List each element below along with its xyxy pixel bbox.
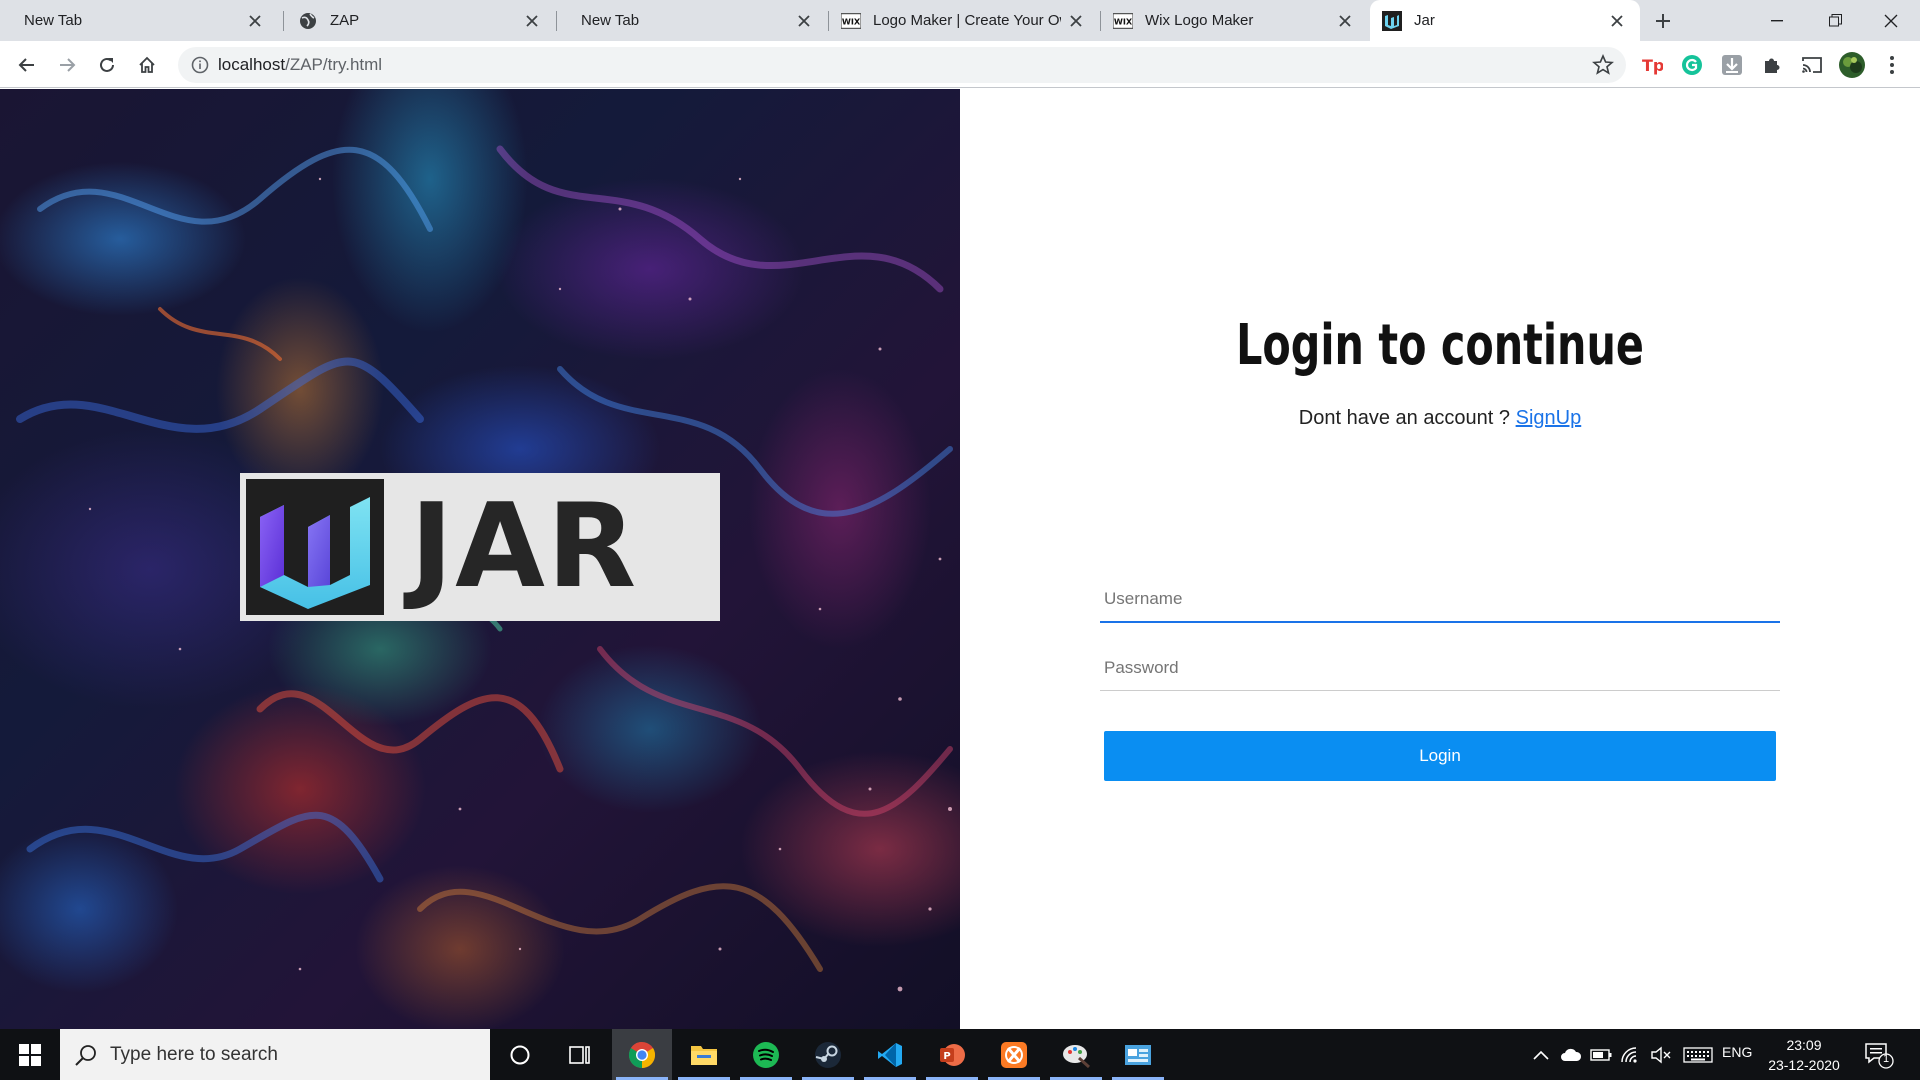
tab-title: ZAP <box>330 12 360 29</box>
svg-text:P: P <box>943 1051 950 1062</box>
info-icon[interactable] <box>190 55 210 75</box>
powerpoint-icon[interactable]: P <box>922 1029 982 1080</box>
wix-icon: WIX <box>1113 11 1133 31</box>
jar-logo-mark-icon <box>246 479 384 615</box>
address-bar[interactable]: localhost/ZAP/try.html <box>178 47 1626 83</box>
clock-date: 23-12-2020 <box>1768 1057 1840 1073</box>
notification-count: 1 <box>1882 1053 1890 1065</box>
minimize-icon <box>1771 19 1783 21</box>
browser-toolbar: localhost/ZAP/try.html Tp <box>0 41 1920 88</box>
restore-button[interactable] <box>1806 0 1864 41</box>
home-button[interactable] <box>132 50 162 80</box>
signup-prompt-text: Dont have an account ? <box>1298 407 1511 429</box>
notification-center-button[interactable]: 1 <box>1864 1041 1894 1069</box>
forward-arrow-icon <box>60 58 76 72</box>
close-icon[interactable] <box>1065 10 1087 32</box>
grammarly-icon[interactable] <box>1678 51 1706 79</box>
signup-prompt: Dont have an account ? SignUp <box>960 407 1920 430</box>
battery-icon[interactable] <box>1588 1042 1614 1068</box>
control-panel-icon[interactable] <box>1108 1029 1168 1080</box>
search-placeholder: Type here to search <box>110 1043 278 1065</box>
onedrive-icon[interactable] <box>1558 1042 1584 1068</box>
puzzle-extensions-icon[interactable] <box>1758 51 1786 79</box>
tab-title: New Tab <box>581 12 640 29</box>
tab-wix-logo-maker[interactable]: WIX Wix Logo Maker <box>1101 0 1368 41</box>
back-arrow-icon <box>18 58 34 72</box>
login-panel: Login to continue Dont have an account ?… <box>960 89 1920 1029</box>
close-icon[interactable] <box>521 10 543 32</box>
wifi-icon[interactable] <box>1618 1042 1644 1068</box>
forward-button[interactable] <box>52 50 82 80</box>
clock-time: 23:09 <box>1786 1037 1822 1053</box>
jar-logo-icon <box>1382 10 1402 31</box>
spotify-icon[interactable] <box>736 1029 796 1080</box>
search-icon <box>75 1044 96 1066</box>
tab-strip: New Tab ZAP New Tab WIX Logo Maker | Cre… <box>0 0 1920 41</box>
url-text: localhost/ZAP/try.html <box>218 55 383 74</box>
menu-dots-icon[interactable] <box>1878 51 1906 79</box>
clock[interactable]: 23:09 23-12-2020 <box>1764 1035 1844 1075</box>
close-icon <box>1884 14 1898 27</box>
page-content: JAR Login to continue Dont have an accou… <box>0 89 1920 1029</box>
svg-text:WIX: WIX <box>842 16 861 26</box>
close-window-button[interactable] <box>1862 0 1920 41</box>
new-tab-button[interactable] <box>1648 6 1678 36</box>
steam-icon[interactable] <box>798 1029 858 1080</box>
globe-icon <box>298 11 318 31</box>
wix-icon: WIX <box>841 11 861 31</box>
cast-icon[interactable] <box>1798 51 1826 79</box>
profile-avatar[interactable] <box>1838 51 1866 79</box>
taskbar-search[interactable]: Type here to search <box>60 1029 490 1080</box>
tab-logo-maker[interactable]: WIX Logo Maker | Create Your Ow <box>829 0 1099 41</box>
close-icon[interactable] <box>1334 10 1356 32</box>
username-input[interactable] <box>1100 577 1780 623</box>
restore-icon <box>1828 14 1842 27</box>
minimize-button[interactable] <box>1748 0 1806 41</box>
tab-jar[interactable]: Jar <box>1370 0 1640 41</box>
tab-title: Wix Logo Maker <box>1145 12 1254 29</box>
svg-text:Tp: Tp <box>1642 56 1663 75</box>
home-icon <box>139 56 155 73</box>
jar-logo: JAR <box>240 473 720 621</box>
signup-link[interactable]: SignUp <box>1516 407 1582 429</box>
keyboard-icon[interactable] <box>1682 1042 1714 1068</box>
task-view-icon[interactable] <box>550 1029 610 1080</box>
tab-title: Logo Maker | Create Your Ow <box>873 12 1061 29</box>
download-extension-icon[interactable] <box>1718 51 1746 79</box>
start-button[interactable] <box>0 1029 60 1080</box>
xampp-icon[interactable] <box>984 1029 1044 1080</box>
hero-background-image: JAR <box>0 89 960 1029</box>
tab-new-tab-2[interactable]: New Tab <box>557 0 827 41</box>
login-button[interactable]: Login <box>1104 731 1776 781</box>
windows-taskbar: Type here to search P ENG 23:09 23-12-20… <box>0 1029 1920 1080</box>
tab-title: New Tab <box>24 12 83 29</box>
tab-zap[interactable]: ZAP <box>284 0 555 41</box>
close-icon[interactable] <box>793 10 815 32</box>
tab-title: Jar <box>1414 12 1435 29</box>
input-language[interactable]: ENG <box>1722 1044 1752 1060</box>
tab-new-tab-1[interactable]: New Tab <box>0 0 278 41</box>
vscode-icon[interactable] <box>860 1029 920 1080</box>
cortana-icon[interactable] <box>490 1029 550 1080</box>
plus-icon <box>1656 14 1670 28</box>
tp-extension-icon[interactable]: Tp <box>1638 51 1666 79</box>
password-input[interactable] <box>1100 645 1780 691</box>
chrome-icon[interactable] <box>612 1029 672 1080</box>
paint-icon[interactable] <box>1046 1029 1106 1080</box>
file-explorer-icon[interactable] <box>674 1029 734 1080</box>
bookmark-star-icon[interactable] <box>1592 54 1614 76</box>
reload-icon <box>100 57 114 72</box>
page-title: Login to continue <box>1236 313 1644 378</box>
close-icon[interactable] <box>244 10 266 32</box>
back-button[interactable] <box>12 50 42 80</box>
windows-logo-icon <box>19 1043 41 1066</box>
svg-text:WIX: WIX <box>1114 16 1133 26</box>
close-icon[interactable] <box>1606 10 1628 32</box>
jar-logo-text: JAR <box>410 479 639 614</box>
chevron-up-icon[interactable] <box>1528 1042 1554 1068</box>
reload-button[interactable] <box>92 50 122 80</box>
volume-muted-icon[interactable] <box>1648 1042 1674 1068</box>
